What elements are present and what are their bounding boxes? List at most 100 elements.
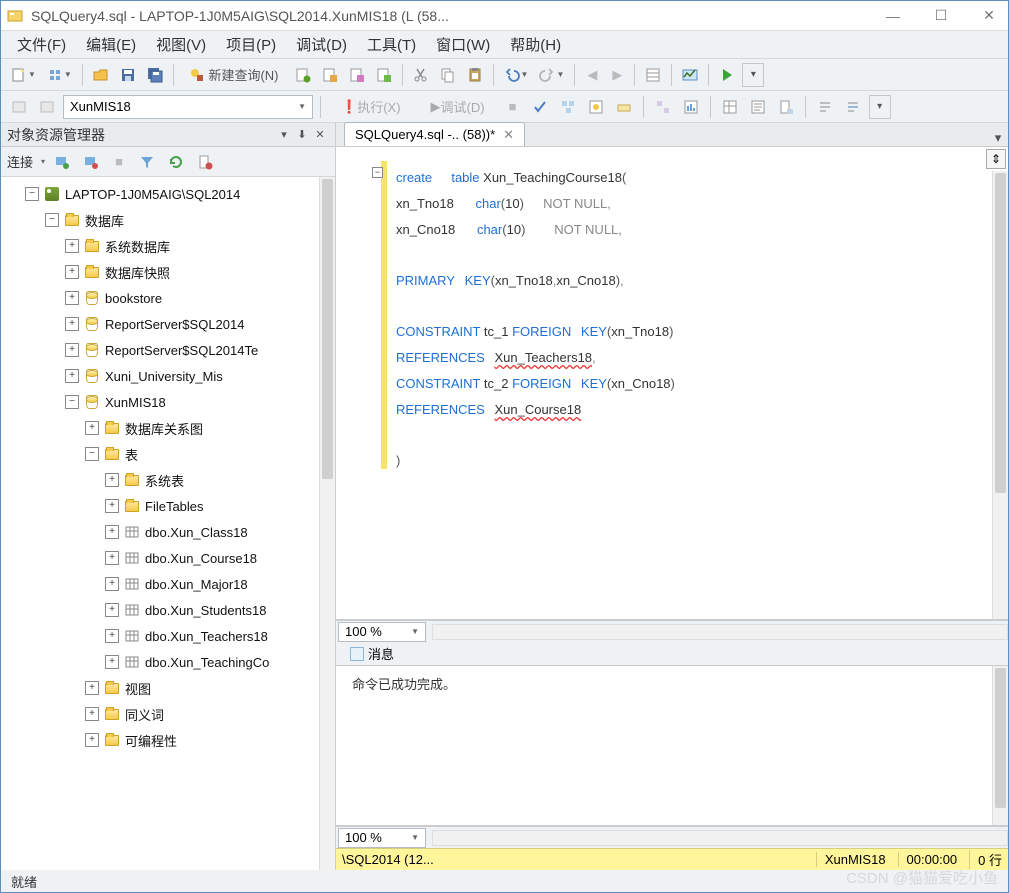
tree-toggle[interactable]: + (85, 421, 99, 435)
messages-tab[interactable]: 消息 (342, 642, 402, 665)
database-select[interactable]: XunMIS18 ▼ (63, 95, 313, 119)
tree-node[interactable]: +dbo.Xun_Students18 (1, 597, 335, 623)
tree-toggle[interactable]: + (105, 655, 119, 669)
tree-toggle[interactable]: + (65, 317, 79, 331)
start-button[interactable] (715, 63, 739, 87)
close-button[interactable]: ✕ (974, 6, 1004, 26)
menu-item[interactable]: 调试(D) (286, 30, 357, 59)
nav-fwd-button[interactable]: ▶ (606, 63, 628, 87)
open-button[interactable] (89, 63, 113, 87)
intellisense-button[interactable] (612, 95, 636, 119)
delete-button[interactable] (193, 150, 217, 174)
activity-button[interactable] (678, 63, 702, 87)
paste-button[interactable] (463, 63, 487, 87)
tree-node[interactable]: +系统数据库 (1, 233, 335, 259)
disconnect-button[interactable] (35, 95, 59, 119)
menu-item[interactable]: 窗口(W) (426, 30, 500, 59)
include-stats-button[interactable] (679, 95, 703, 119)
tree-toggle[interactable]: + (105, 603, 119, 617)
tree-node[interactable]: +dbo.Xun_Major18 (1, 571, 335, 597)
change-conn-button[interactable] (7, 95, 31, 119)
new-file-button[interactable]: ▼ (43, 63, 76, 87)
messages-hscroll[interactable] (432, 830, 1008, 846)
messages-body[interactable]: 命令已成功完成。 (336, 666, 1008, 826)
options-button[interactable] (584, 95, 608, 119)
nav-back-button[interactable]: ◀ (581, 63, 603, 87)
tree-node[interactable]: +ReportServer$SQL2014 (1, 311, 335, 337)
execute-button[interactable]: ❗ 执行(X) (328, 95, 414, 119)
minimize-button[interactable]: — (878, 6, 908, 26)
object-tree[interactable]: −LAPTOP-1J0M5AIG\SQL2014−数据库+系统数据库+数据库快照… (1, 177, 335, 870)
est-plan-button[interactable] (556, 95, 580, 119)
messages-zoom-select[interactable]: 100 %▼ (338, 828, 426, 848)
tree-node[interactable]: +系统表 (1, 467, 335, 493)
parse-button[interactable] (528, 95, 552, 119)
cut-button[interactable] (409, 63, 433, 87)
tree-node[interactable]: +dbo.Xun_Class18 (1, 519, 335, 545)
stop-button[interactable]: ■ (502, 95, 524, 119)
tree-node[interactable]: −LAPTOP-1J0M5AIG\SQL2014 (1, 181, 335, 207)
stop-button-2[interactable]: ■ (108, 150, 130, 174)
sql-editor[interactable]: − ⇕ create table Xun_TeachingCourse18( x… (336, 147, 1008, 620)
editor-scrollbar[interactable] (992, 171, 1008, 619)
new-query-button[interactable]: 新建查询(N) (180, 63, 288, 87)
new-project-button[interactable]: ▼ (7, 63, 40, 87)
tree-toggle[interactable]: + (85, 707, 99, 721)
results-file-button[interactable] (774, 95, 798, 119)
tree-node[interactable]: +bookstore (1, 285, 335, 311)
panel-close-button[interactable]: ✕ (311, 128, 329, 141)
tree-toggle[interactable]: + (65, 239, 79, 253)
script-mdx-button[interactable] (318, 63, 342, 87)
tree-toggle[interactable]: − (65, 395, 79, 409)
copy-button[interactable] (436, 63, 460, 87)
maximize-button[interactable]: ☐ (926, 6, 956, 26)
tree-toggle[interactable]: − (45, 213, 59, 227)
tree-toggle[interactable]: + (65, 369, 79, 383)
tree-toggle[interactable]: + (65, 291, 79, 305)
editor-hscroll[interactable] (432, 624, 1008, 640)
save-all-button[interactable] (143, 63, 167, 87)
split-nav-button[interactable]: ⇕ (986, 149, 1006, 169)
menu-item[interactable]: 编辑(E) (76, 30, 146, 59)
tree-scrollbar[interactable] (319, 177, 335, 870)
connect-server-button[interactable] (50, 150, 74, 174)
undo-button[interactable]: ▼ (500, 63, 533, 87)
panel-pin-button[interactable]: ⬇ (293, 128, 311, 141)
tree-node[interactable]: +ReportServer$SQL2014Te (1, 337, 335, 363)
disconnect-server-button[interactable] (79, 150, 103, 174)
menu-item[interactable]: 工具(T) (357, 30, 426, 59)
include-plan-button[interactable] (651, 95, 675, 119)
tree-node[interactable]: +可编程性 (1, 727, 335, 753)
menu-item[interactable]: 视图(V) (146, 30, 216, 59)
connect-label[interactable]: 连接 (7, 152, 33, 171)
tree-node[interactable]: +dbo.Xun_TeachingCo (1, 649, 335, 675)
script-db-button[interactable] (291, 63, 315, 87)
tree-node[interactable]: +数据库关系图 (1, 415, 335, 441)
menu-item[interactable]: 项目(P) (216, 30, 286, 59)
messages-scrollbar[interactable] (992, 666, 1008, 825)
tree-toggle[interactable]: − (25, 187, 39, 201)
tree-toggle[interactable]: + (105, 473, 119, 487)
save-button[interactable] (116, 63, 140, 87)
menu-item[interactable]: 文件(F) (7, 30, 76, 59)
overflow-button[interactable]: ▾ (742, 63, 764, 87)
zoom-select[interactable]: 100 %▼ (338, 622, 426, 642)
tree-toggle[interactable]: + (105, 525, 119, 539)
tree-node[interactable]: −表 (1, 441, 335, 467)
tree-node[interactable]: +Xuni_University_Mis (1, 363, 335, 389)
tree-toggle[interactable]: + (85, 733, 99, 747)
tree-toggle[interactable]: + (65, 343, 79, 357)
tree-node[interactable]: +FileTables (1, 493, 335, 519)
tree-toggle[interactable]: + (85, 681, 99, 695)
tree-node[interactable]: +dbo.Xun_Teachers18 (1, 623, 335, 649)
sql-code[interactable]: create table Xun_TeachingCourse18( xn_Tn… (396, 165, 675, 474)
chevron-down-icon[interactable]: ▾ (41, 157, 45, 166)
tree-toggle[interactable]: + (105, 629, 119, 643)
tree-toggle[interactable]: + (105, 551, 119, 565)
script-dmx-button[interactable] (345, 63, 369, 87)
redo-button[interactable]: ▼ (535, 63, 568, 87)
tree-node[interactable]: +视图 (1, 675, 335, 701)
tree-node[interactable]: +dbo.Xun_Course18 (1, 545, 335, 571)
overflow-button-2[interactable]: ▾ (869, 95, 891, 119)
results-grid-button[interactable] (718, 95, 742, 119)
